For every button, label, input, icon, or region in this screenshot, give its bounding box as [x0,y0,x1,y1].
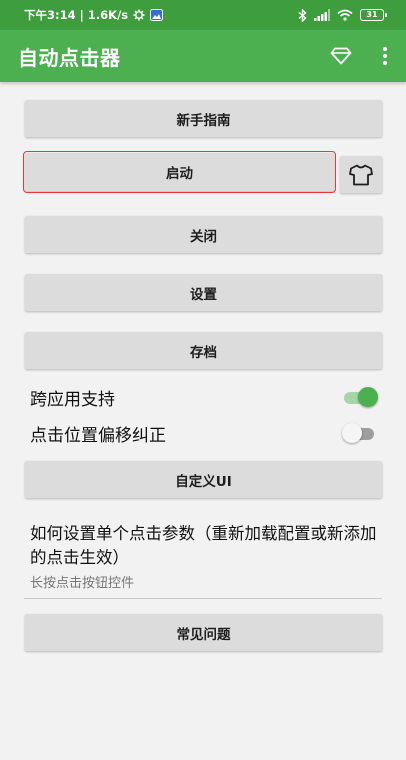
toggle-row-offset-correction[interactable]: 点击位置偏移纠正 [30,417,378,449]
wifi-icon [337,9,353,21]
settings-gear-icon [133,9,145,21]
pref-summary: 长按点击按钮控件 [30,576,135,591]
diamond-icon[interactable] [330,47,352,65]
custom-ui-button[interactable]: 自定义UI [25,461,382,498]
archive-button[interactable]: 存档 [25,332,382,369]
guide-button[interactable]: 新手指南 [25,100,382,137]
pref-title[interactable]: 如何设置单个点击参数（重新加载配置或新添加的点击生效） [30,522,382,570]
toggle-label: 跨应用支持 [30,389,115,410]
image-notification-icon [150,9,164,21]
settings-button[interactable]: 设置 [25,274,382,311]
app-bar: 自动点击器 [0,30,406,82]
shirt-icon [349,164,373,185]
close-button[interactable]: 关闭 [25,216,382,253]
main-content: 新手指南 启动 关闭 设置 存档 跨应用支持 点击位置偏移纠正 自定义UI 如何… [0,82,406,760]
faq-button[interactable]: 常见问题 [25,614,382,651]
status-bar: 下午3:14 | 1.6K/s 31 [0,0,406,30]
start-button[interactable]: 启动 [23,151,336,193]
toggle-label: 点击位置偏移纠正 [30,425,166,446]
battery-icon: 31 [360,9,387,21]
more-vert-icon[interactable] [382,46,388,66]
cross-app-switch[interactable] [342,386,378,408]
divider [24,598,382,599]
signal-icon [314,9,330,21]
skin-button[interactable] [340,156,382,193]
bluetooth-icon [298,8,307,22]
offset-correction-switch[interactable] [342,422,378,444]
toggle-row-cross-app[interactable]: 跨应用支持 [30,381,378,413]
status-time-speed: 下午3:14 | 1.6K/s [24,8,129,22]
app-title: 自动点击器 [18,45,121,70]
